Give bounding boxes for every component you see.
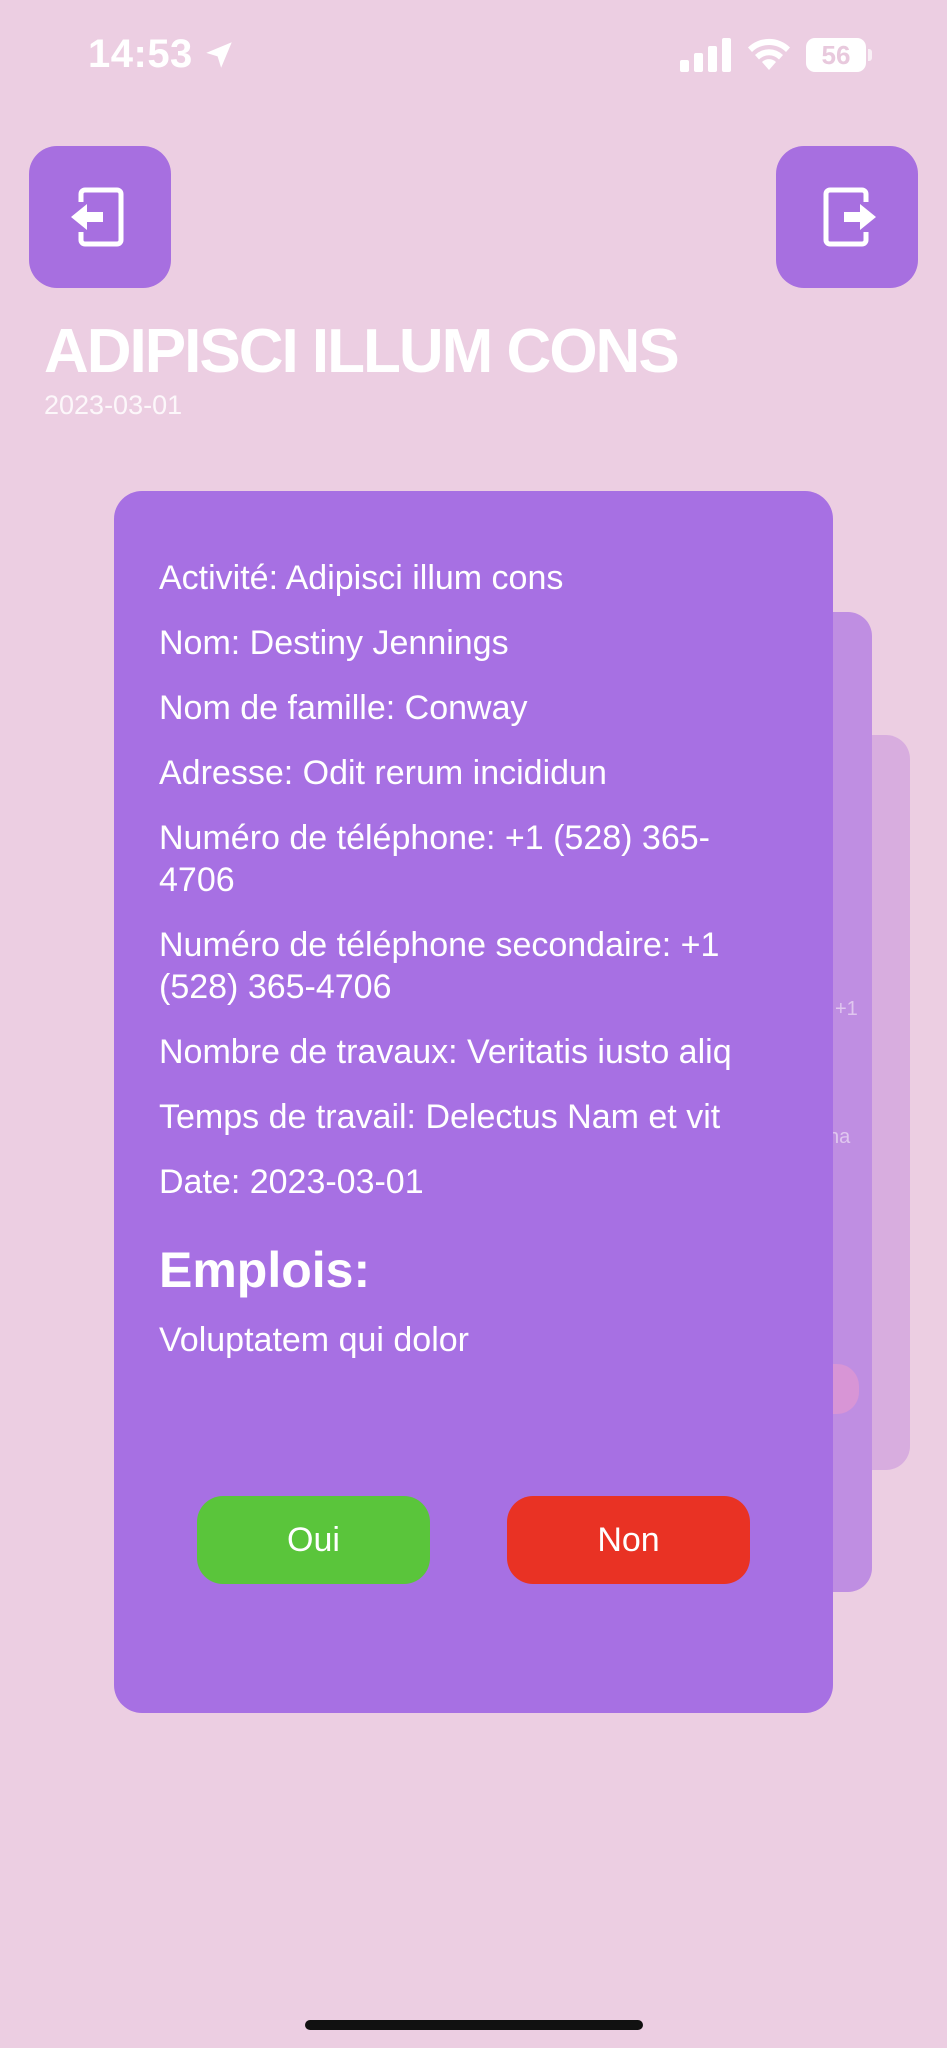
- status-bar: 14:53 56: [0, 0, 947, 110]
- non-button[interactable]: Non: [507, 1496, 750, 1584]
- field-nom-de-famille: Nom de famille: Conway: [159, 689, 528, 727]
- field-nom: Nom: Destiny Jennings: [159, 624, 509, 662]
- signal-icon: [680, 38, 731, 72]
- field-date: Date: 2023-03-01: [159, 1163, 424, 1201]
- previous-button[interactable]: [29, 146, 171, 288]
- back-card-ghost-text: +1: [835, 998, 858, 1020]
- oui-button[interactable]: Oui: [197, 1496, 430, 1584]
- wifi-icon: [748, 38, 790, 70]
- emplois-heading: Emplois:: [159, 1242, 371, 1298]
- exit-right-icon: [823, 187, 876, 247]
- field-activite: Activité: Adipisci illum cons: [159, 559, 564, 597]
- field-telephone-secondaire: Numéro de téléphone secondaire: +1 (528)…: [159, 926, 720, 1006]
- page-title: ADIPISCI ILLUM CONS: [44, 317, 680, 386]
- location-arrow-icon: [206, 42, 232, 68]
- field-nombre-de-travaux: Nombre de travaux: Veritatis iusto aliq: [159, 1033, 732, 1071]
- profile-card[interactable]: Activité: Adipisci illum cons Nom: Desti…: [114, 491, 833, 1713]
- field-telephone: Numéro de téléphone: +1 (528) 365-4706: [159, 819, 710, 899]
- home-indicator[interactable]: [305, 2020, 643, 2030]
- status-time: 14:53: [88, 32, 193, 76]
- field-temps-de-travail: Temps de travail: Delectus Nam et vit: [159, 1098, 721, 1136]
- battery-indicator: 56: [806, 38, 872, 72]
- battery-level: 56: [806, 38, 866, 72]
- page-subtitle: 2023-03-01: [44, 390, 183, 420]
- battery-cap: [868, 49, 872, 61]
- field-adresse: Adresse: Odit rerum incididun: [159, 754, 607, 792]
- next-button[interactable]: [776, 146, 918, 288]
- emplois-value: Voluptatem qui dolor: [159, 1321, 469, 1359]
- exit-left-icon: [71, 187, 124, 247]
